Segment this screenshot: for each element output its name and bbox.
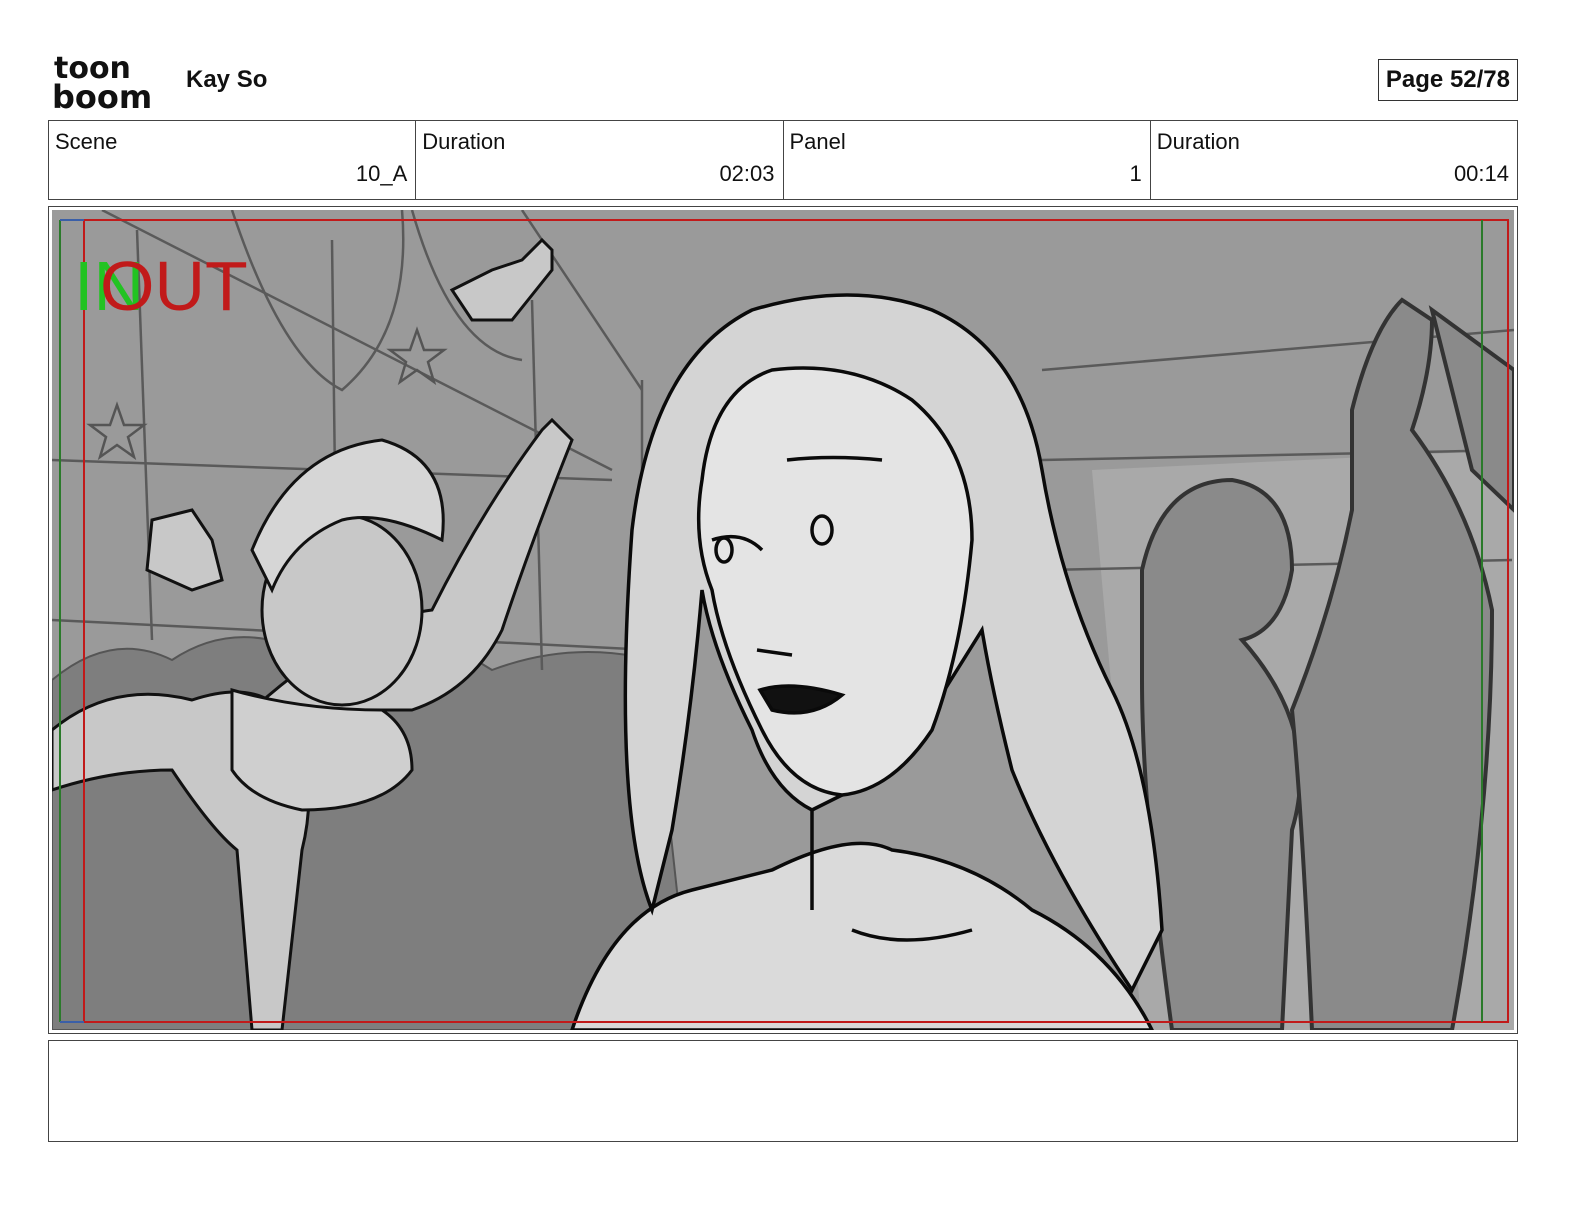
panel-cell: Panel 1 xyxy=(784,121,1151,199)
panel-duration-value: 00:14 xyxy=(1453,161,1509,186)
panel-info-row: Scene 10_A Duration 02:03 Panel 1 Durati… xyxy=(48,120,1518,200)
logo-text-bottom: boom xyxy=(52,78,152,112)
panel-duration-cell: Duration 00:14 xyxy=(1151,121,1517,199)
panel-label: Panel xyxy=(789,129,846,154)
panel-notes-box xyxy=(48,1040,1518,1142)
scene-duration-value: 02:03 xyxy=(719,161,775,186)
scene-duration-cell: Duration 02:03 xyxy=(416,121,784,199)
page-indicator: Page 52/78 xyxy=(1377,59,1518,101)
out-marker: OUT xyxy=(100,247,248,325)
panel-duration-label: Duration xyxy=(1156,129,1240,154)
scene-label: Scene xyxy=(55,129,118,154)
scene-value: 10_A xyxy=(355,161,408,186)
storyboard-panel: IN OUT xyxy=(48,206,1518,1034)
scene-duration-label: Duration xyxy=(422,129,506,154)
panel-value: 1 xyxy=(1129,161,1142,186)
panel-sketch: IN OUT xyxy=(52,210,1514,1030)
toon-boom-logo: toon boom xyxy=(52,51,152,112)
author-name: Kay So xyxy=(186,66,268,93)
scene-cell: Scene 10_A xyxy=(49,121,417,199)
